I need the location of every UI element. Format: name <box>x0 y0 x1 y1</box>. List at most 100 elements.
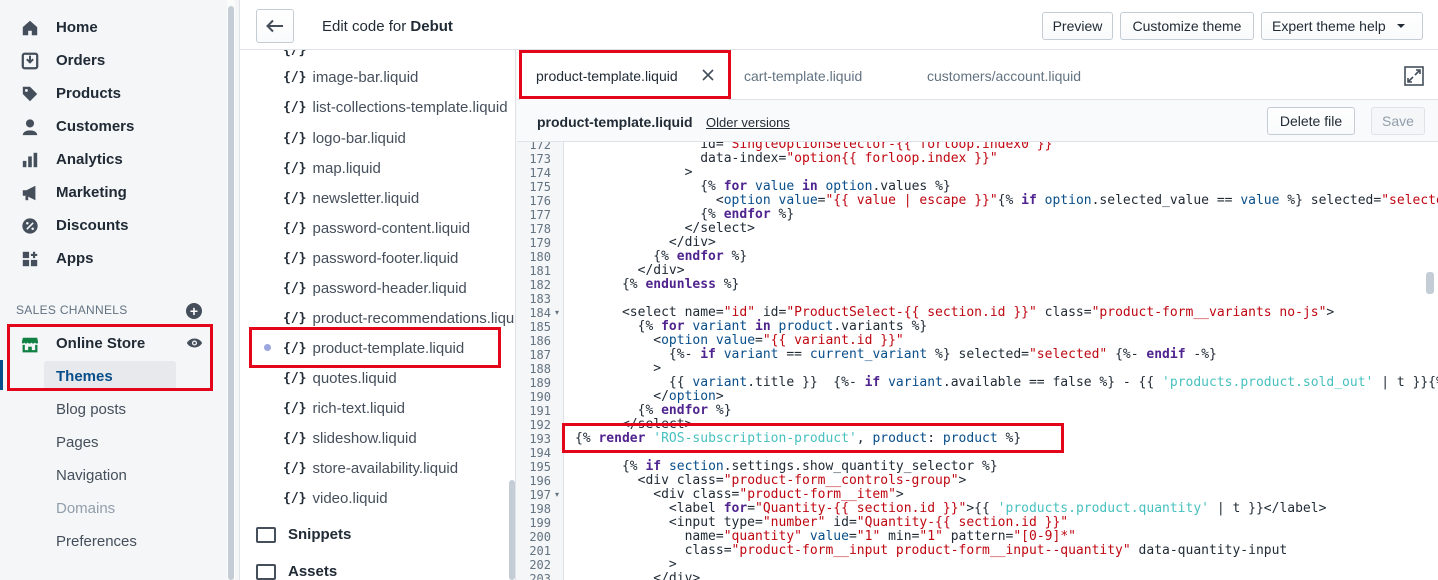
add-channel-icon[interactable]: + <box>186 303 202 319</box>
code-line[interactable]: </div> <box>575 236 716 250</box>
tag-icon <box>22 86 38 101</box>
tab-product-template[interactable]: product-template.liquid <box>536 68 678 84</box>
folder-icon <box>256 563 276 580</box>
line-number: 185 <box>529 320 551 334</box>
code-line[interactable]: > <box>575 166 693 180</box>
customize-theme-button[interactable]: Customize theme <box>1120 12 1254 40</box>
page-title: Edit code for Debut <box>322 18 453 35</box>
sub-item-domains[interactable]: Domains <box>56 500 115 517</box>
code-line[interactable]: </select> <box>575 222 755 236</box>
file-item[interactable]: {/} rich-text.liquid <box>283 397 405 419</box>
active-indicator <box>0 360 3 390</box>
liquid-file-icon: {/} <box>283 430 307 446</box>
file-item[interactable]: {/} password-footer.liquid <box>283 247 458 269</box>
code-editor[interactable]: 172 173 174 175 176 177 178 179 180 181 182 183 184 ▾… <box>517 142 1438 580</box>
file-name: map.liquid <box>312 159 381 177</box>
code-line[interactable]: {% if section.settings.show_quantity_sel… <box>575 460 998 474</box>
line-number: 179 <box>529 236 551 250</box>
tree-scroll-thumb[interactable] <box>509 480 515 580</box>
file-item[interactable]: {/} quotes.liquid <box>283 367 397 389</box>
line-number: 184 <box>529 306 551 320</box>
code-line[interactable]: <select name="id" id="ProductSelect-{{ s… <box>575 306 1334 320</box>
code-line[interactable]: class="product-form__input product-form_… <box>575 544 1288 558</box>
code-line[interactable]: > <box>575 362 661 376</box>
code-line[interactable]: {% render 'ROS-subscription-product', pr… <box>575 432 1021 446</box>
delete-file-button[interactable]: Delete file <box>1267 107 1355 135</box>
file-item-partial[interactable]: {/} <box>283 50 312 61</box>
code-line[interactable]: {% endunless %} <box>575 278 739 292</box>
sub-item-blog-posts[interactable]: Blog posts <box>56 401 126 418</box>
tab-cart-template[interactable]: cart-template.liquid <box>744 68 862 84</box>
file-header-bar: product-template.liquid Older versions D… <box>517 100 1438 142</box>
nav-label-analytics: Analytics <box>56 151 123 168</box>
fold-arrow-icon[interactable]: ▾ <box>555 488 559 502</box>
expert-theme-help-button[interactable]: Expert theme help <box>1261 12 1423 40</box>
file-item[interactable]: {/} video.liquid <box>283 487 388 509</box>
file-item[interactable]: {/} slideshow.liquid <box>283 427 417 449</box>
code-line[interactable]: <input type="number" id="Quantity-{{ sec… <box>575 516 1068 530</box>
file-item[interactable]: {/} image-bar.liquid <box>283 66 418 88</box>
sidebar-scroll-thumb[interactable] <box>228 6 234 580</box>
code-line[interactable]: <option value="{{ variant.id }}" <box>575 334 903 348</box>
sub-item-navigation[interactable]: Navigation <box>56 467 127 484</box>
sidebar-scrollbar[interactable] <box>227 0 235 580</box>
code-scroll-thumb[interactable] <box>1426 272 1434 294</box>
code-line[interactable]: {% endfor %} <box>575 250 747 264</box>
line-number: 174 <box>529 166 551 180</box>
line-number: 178 <box>529 222 551 236</box>
code-line[interactable]: {% for value in option.values %} <box>575 180 951 194</box>
code-line[interactable]: <label for="Quantity-{{ section.id }}">{… <box>575 502 1327 516</box>
file-item[interactable]: {/} store-availability.liquid <box>283 457 458 479</box>
file-item[interactable]: {/} list-collections-template.liquid <box>283 96 508 118</box>
save-button[interactable]: Save <box>1371 107 1425 135</box>
line-number: 200 <box>529 530 551 544</box>
code-line[interactable]: </select> <box>575 418 692 432</box>
file-item[interactable]: {/} password-content.liquid <box>283 217 470 239</box>
sub-item-preferences[interactable]: Preferences <box>56 533 137 550</box>
code-line[interactable]: </option> <box>575 390 723 404</box>
code-line[interactable]: {% endfor %} <box>575 208 794 222</box>
code-line[interactable]: {{ variant.title }} {%- if variant.avail… <box>575 376 1438 390</box>
code-line[interactable]: </div> <box>575 572 700 580</box>
file-item[interactable]: {/} logo-bar.liquid <box>283 127 406 149</box>
eye-icon[interactable] <box>186 336 203 350</box>
home-icon <box>22 20 38 35</box>
code-line[interactable]: <div class="product-form__item"> <box>575 488 903 502</box>
file-name: logo-bar.liquid <box>312 129 406 147</box>
folder-snippets[interactable]: Snippets <box>256 526 351 543</box>
code-line[interactable]: <option value="{{ value | escape }}"{% i… <box>575 194 1438 208</box>
tree-scrollbar[interactable] <box>508 50 516 580</box>
preview-button[interactable]: Preview <box>1042 12 1113 40</box>
liquid-file-icon: {/} <box>283 400 307 416</box>
code-line[interactable]: <div class="product-form__controls-group… <box>575 474 967 488</box>
code-line[interactable]: {%- if variant == current_variant %} sel… <box>575 348 1217 362</box>
back-button[interactable] <box>256 9 294 43</box>
close-icon[interactable] <box>702 69 714 81</box>
code-line[interactable]: > <box>575 558 677 572</box>
file-item[interactable]: {/} newsletter.liquid <box>283 187 419 209</box>
sub-item-themes[interactable]: Themes <box>56 368 113 385</box>
folder-assets[interactable]: Assets <box>256 563 337 580</box>
expand-icon[interactable] <box>1404 66 1424 86</box>
sub-item-pages[interactable]: Pages <box>56 434 99 451</box>
liquid-file-icon: {/} <box>283 190 307 206</box>
older-versions-link[interactable]: Older versions <box>706 115 790 130</box>
liquid-file-icon: {/} <box>283 160 307 176</box>
liquid-file-icon: {/} <box>283 490 307 506</box>
store-icon <box>21 337 39 352</box>
line-number: 173 <box>529 152 551 166</box>
code-line[interactable]: data-index="option{{ forloop.index }}" <box>575 152 997 166</box>
fold-arrow-icon[interactable]: ▾ <box>555 306 559 320</box>
file-item-active[interactable]: {/} product-template.liquid <box>283 337 464 359</box>
file-item[interactable]: {/} map.liquid <box>283 157 381 179</box>
code-line[interactable]: name="quantity" value="1" min="1" patter… <box>575 530 1076 544</box>
code-line[interactable]: </div> <box>575 264 685 278</box>
sales-channels-heading: SALES CHANNELS <box>16 303 128 317</box>
code-line[interactable]: {% endfor %} <box>575 404 732 418</box>
apps-icon <box>22 251 38 266</box>
liquid-file-icon: {/} <box>283 310 307 326</box>
code-line[interactable]: {% for variant in product.variants %} <box>575 320 928 334</box>
file-item[interactable]: {/} product-recommendations.liquid <box>283 307 515 329</box>
tab-customers-account[interactable]: customers/account.liquid <box>927 68 1081 84</box>
file-item[interactable]: {/} password-header.liquid <box>283 277 467 299</box>
